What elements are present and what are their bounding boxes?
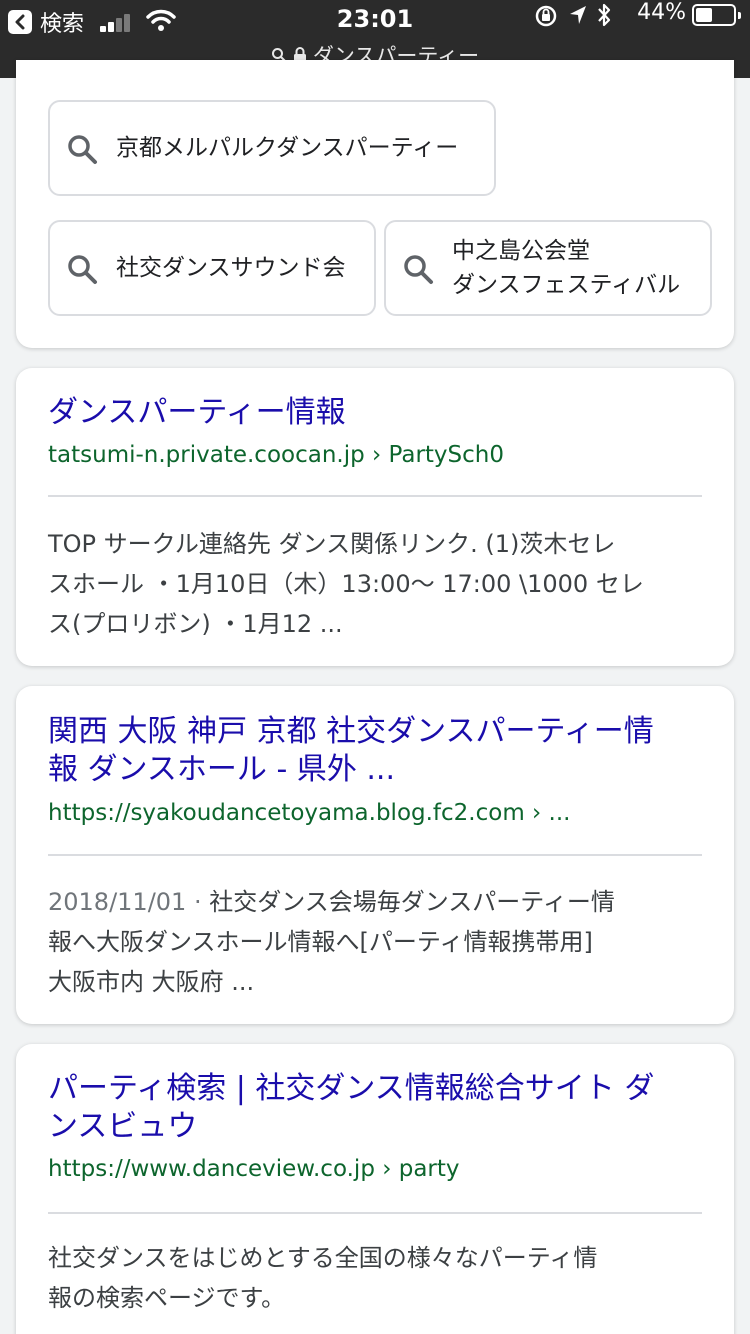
result-title-line: ンスビュウ	[48, 1109, 198, 1144]
result-title-link[interactable]: 関西 大阪 神戸 京都 社交ダンスパーティー情 報 ダンスホール - 県外 ..…	[48, 713, 708, 789]
result-title-line: 関西 大阪 神戸 京都 社交ダンスパーティー情	[48, 714, 654, 749]
snippet-line: TOP サークル連絡先 ダンス関係リンク. (1)茨木セレ	[48, 530, 616, 558]
result-snippet: TOP サークル連絡先 ダンス関係リンク. (1)茨木セレ スホール ・1月10…	[48, 524, 708, 644]
result-url[interactable]: tatsumi-n.private.coocan.jp › PartySch0	[48, 440, 504, 470]
bluetooth-icon	[598, 3, 611, 27]
battery-icon	[692, 4, 741, 26]
divider	[48, 495, 702, 497]
snippet-line: 大阪市内 大阪府 ...	[48, 968, 255, 996]
search-result-card: パーティ検索 | 社交ダンス情報総合サイト ダ ンスビュウ https://ww…	[16, 1044, 734, 1334]
search-icon	[68, 255, 97, 284]
related-search-label-line1: 中之島公会堂	[452, 238, 590, 264]
result-snippet: 社交ダンスをはじめとする全国の様々なパーティ情 報の検索ページです。	[48, 1238, 708, 1318]
divider	[48, 1212, 702, 1214]
divider	[48, 854, 702, 856]
related-search-label-line2: ダンスフェスティバル	[452, 272, 681, 298]
result-snippet: 2018/11/01 · 社交ダンス会場毎ダンスパーティー情 報へ大阪ダンスホー…	[48, 882, 708, 1002]
result-title-link[interactable]: ダンスパーティー情報	[48, 394, 708, 432]
result-title-link[interactable]: パーティ検索 | 社交ダンス情報総合サイト ダ ンスビュウ	[48, 1070, 708, 1146]
related-search-label: 社交ダンスサウンド会	[116, 255, 346, 281]
rotation-lock-icon	[535, 5, 557, 27]
related-search-chip[interactable]: 京都メルパルクダンスパーティー	[48, 100, 496, 196]
search-result-card: 関西 大阪 神戸 京都 社交ダンスパーティー情 報 ダンスホール - 県外 ..…	[16, 686, 734, 1024]
related-search-label: 京都メルパルクダンスパーティー	[116, 135, 459, 161]
search-icon	[404, 255, 433, 284]
result-title-line: パーティ検索 | 社交ダンス情報総合サイト ダ	[48, 1071, 655, 1106]
related-search-chip[interactable]: 中之島公会堂 ダンスフェスティバル	[384, 220, 712, 316]
result-url[interactable]: https://www.danceview.co.jp › party	[48, 1154, 460, 1184]
result-date: 2018/11/01 ·	[48, 888, 210, 916]
related-searches-card: 京都メルパルクダンスパーティー 社交ダンスサウンド会 中之島公会堂 ダンスフェス…	[16, 60, 734, 348]
snippet-line: スホール ・1月10日（木）13:00～ 17:00 \1000 セレ	[48, 570, 644, 598]
search-result-card: ダンスパーティー情報 tatsumi-n.private.coocan.jp ›…	[16, 368, 734, 666]
snippet-line: 報へ大阪ダンスホール情報へ[パーティ情報携帯用]	[48, 928, 593, 956]
battery-percentage: 44%	[637, 0, 686, 25]
snippet-line: 社交ダンス会場毎ダンスパーティー情	[209, 888, 615, 916]
result-url[interactable]: https://syakoudancetoyama.blog.fc2.com ›…	[48, 798, 571, 828]
snippet-line: 報の検索ページです。	[48, 1284, 286, 1312]
search-icon	[68, 135, 97, 164]
snippet-line: 社交ダンスをはじめとする全国の様々なパーティ情	[48, 1244, 598, 1272]
related-search-chip[interactable]: 社交ダンスサウンド会	[48, 220, 376, 316]
snippet-line: ス(プロリボン) ・1月12 ...	[48, 610, 343, 638]
location-icon	[570, 6, 586, 24]
result-title-line: 報 ダンスホール - 県外 ...	[48, 752, 395, 787]
